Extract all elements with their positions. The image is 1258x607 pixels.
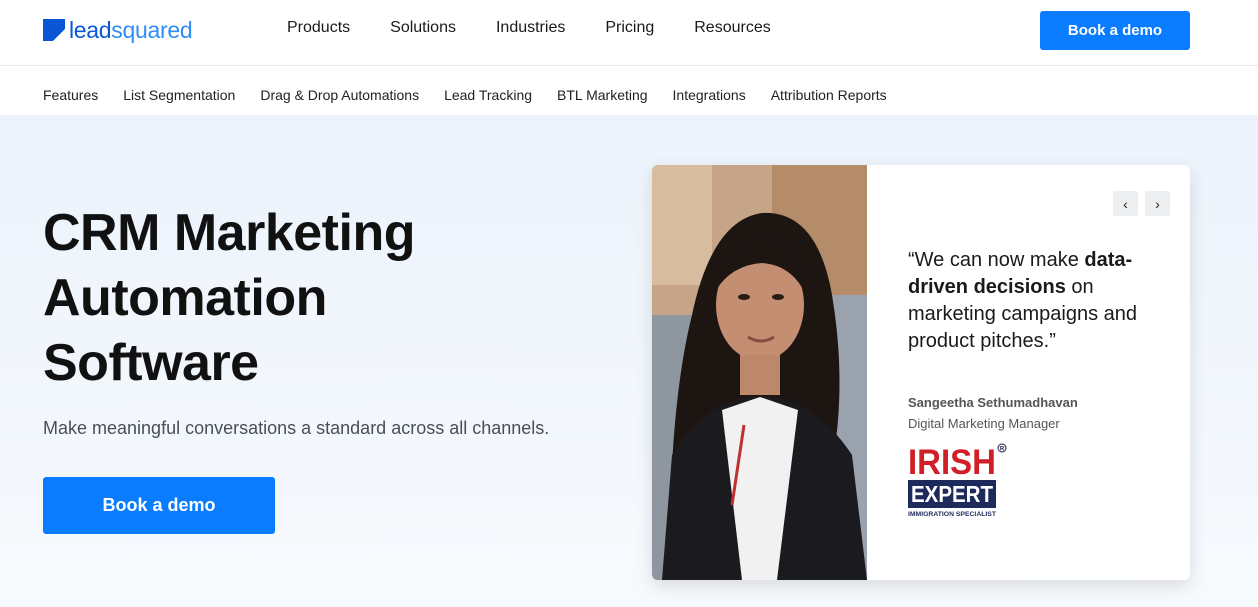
logo-text: leadsquared [69,16,193,43]
testimonial-photo [652,165,867,580]
leadsquared-logo[interactable]: leadsquared [43,16,193,44]
subnav-item-integrations[interactable]: Integrations [673,87,746,103]
menu-item-resources[interactable]: Resources [694,19,770,37]
subnav-item-btl-marketing[interactable]: BTL Marketing [557,87,648,103]
subnav-item-features[interactable]: Features [43,87,98,103]
subnav-item-lead-tracking[interactable]: Lead Tracking [444,87,532,103]
main-menu: Products Solutions Industries Pricing Re… [287,19,771,37]
top-navigation: leadsquared Products Solutions Industrie… [0,0,1258,66]
testimonial-author-name: Sangeetha Sethumadhavan [908,395,1078,410]
svg-text:IRISH: IRISH [908,443,996,482]
subnav-item-attribution-reports[interactable]: Attribution Reports [771,87,887,103]
hero-book-demo-button[interactable]: Book a demo [43,477,275,534]
testimonial-navigation: ‹ › [1113,191,1170,216]
hero-title-line: CRM Marketing [43,204,415,262]
chevron-right-icon[interactable]: › [1145,191,1170,216]
testimonial-author-role: Digital Marketing Manager [908,416,1060,431]
svg-text:EXPERT: EXPERT [911,481,993,507]
hero-title-line: Software [43,334,259,392]
svg-text:IMMIGRATION SPECIALIST: IMMIGRATION SPECIALIST [908,511,996,518]
logo-mark-icon [43,19,65,41]
subnav-item-list-segmentation[interactable]: List Segmentation [123,87,235,103]
menu-item-solutions[interactable]: Solutions [390,19,456,37]
hero-section: CRM Marketing Automation Software Make m… [0,115,1258,607]
sub-navigation: Features List Segmentation Drag & Drop A… [0,66,1258,115]
testimonial-card: ‹ › “We can now make data-driven decisio… [652,165,1190,580]
testimonial-quote: “We can now make data-driven decisions o… [908,249,1138,352]
menu-item-industries[interactable]: Industries [496,19,565,37]
hero-title: CRM Marketing Automation Software [43,201,563,396]
irish-expert-logo: IRISH R EXPERT IMMIGRATION SPECIALIST [908,442,1008,518]
hero-subtitle: Make meaningful conversations a standard… [43,418,550,438]
hero-title-line: Automation [43,269,327,327]
chevron-left-icon[interactable]: ‹ [1113,191,1138,216]
header-book-demo-button[interactable]: Book a demo [1040,11,1190,50]
subnav-item-drag-drop-automations[interactable]: Drag & Drop Automations [260,87,419,103]
menu-item-pricing[interactable]: Pricing [605,19,654,37]
menu-item-products[interactable]: Products [287,19,350,37]
svg-text:R: R [1000,447,1005,453]
